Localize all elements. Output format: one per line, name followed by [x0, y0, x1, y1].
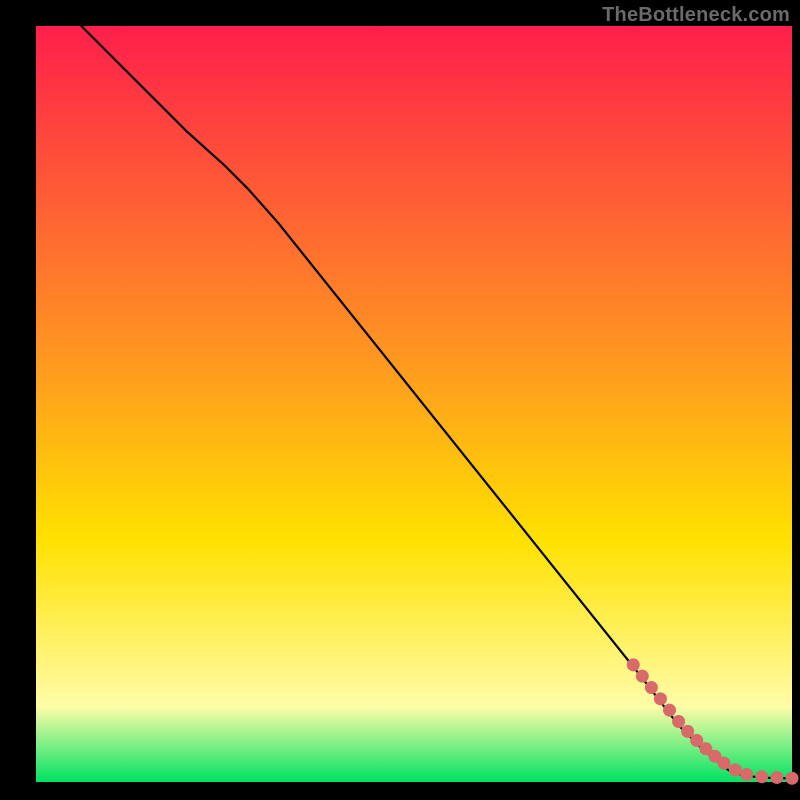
data-dot: [636, 670, 649, 683]
chart-container: TheBottleneck.com: [0, 0, 800, 800]
data-dot: [770, 771, 783, 784]
watermark-text: TheBottleneck.com: [602, 4, 790, 27]
data-dot: [717, 757, 730, 770]
data-dot: [672, 715, 685, 728]
data-dot: [740, 768, 753, 781]
chart-svg: [0, 0, 800, 800]
data-dot: [729, 763, 742, 776]
data-dot: [786, 772, 799, 785]
plot-background: [36, 26, 792, 782]
data-dot: [645, 681, 658, 694]
data-dot: [755, 770, 768, 783]
data-dot: [654, 692, 667, 705]
data-dot: [663, 704, 676, 717]
data-dot: [627, 658, 640, 671]
